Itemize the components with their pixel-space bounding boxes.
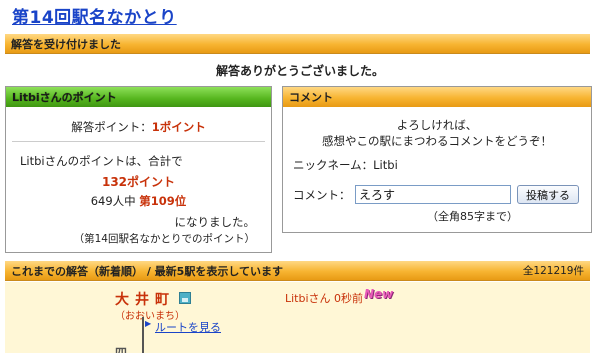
- history-count: 全121219件: [522, 265, 584, 277]
- submit-comment-button[interactable]: 投稿する: [517, 185, 579, 204]
- earned-points-label: 解答ポイント：: [71, 120, 152, 134]
- total-points-label: Litbiさんのポイントは、合計で: [20, 154, 183, 168]
- answer-user: Litbiさん 0秒前: [285, 292, 364, 305]
- comment-prompt-line2: 感想やこの駅にまつわるコメントをどうぞ！: [322, 134, 552, 148]
- points-panel-header: Litbiさんのポイント: [6, 87, 271, 107]
- station-name: 四 ...: [115, 346, 175, 353]
- divider: [12, 141, 265, 142]
- thanks-message: 解答ありがとうございました。: [215, 64, 384, 78]
- history-header-bar: これまでの解答（新着順） / 最新5駅を表示しています 全121219件: [5, 261, 590, 281]
- history-header-label: これまでの解答（新着順） / 最新5駅を表示しています: [11, 264, 283, 278]
- page-title[interactable]: 第14回駅名なかとり: [12, 3, 177, 28]
- new-badge: New: [364, 287, 394, 301]
- total-points-value: 132ポイント: [101, 175, 176, 189]
- accept-status-label: 解答を受け付けました: [11, 37, 121, 51]
- comment-panel-header: コメント: [283, 87, 591, 107]
- rank: 649人中 第109位: [6, 193, 271, 209]
- arrow-right-icon: ▶: [145, 319, 152, 328]
- points-header-label: Litbiさんのポイント: [12, 91, 117, 104]
- history-list: 大井町 （おおいまち） ▶ ルートを見る Litbiさん 0秒前 New 四 .…: [5, 282, 590, 353]
- points-note: （第14回駅名なかとりでのポイント）: [73, 233, 255, 245]
- accept-status-bar: 解答を受け付けました: [5, 34, 590, 54]
- station-map-icon[interactable]: [179, 292, 191, 304]
- comment-field-label: コメント：: [293, 188, 351, 202]
- comment-header-label: コメント: [289, 91, 333, 104]
- earned-points-value: 1ポイント: [151, 120, 206, 134]
- comment-panel: コメント よろしければ、 感想やこの駅にまつわるコメントをどうぞ！ ニックネーム…: [282, 86, 592, 233]
- comment-prompt-line1: よろしければ、: [396, 118, 478, 132]
- rank-value: 第109位: [139, 194, 187, 208]
- nickname-text: ニックネーム：Litbi: [293, 158, 398, 172]
- points-panel: Litbiさんのポイント 解答ポイント：1ポイント Litbiさんのポイントは、…: [5, 86, 272, 253]
- comment-limit-note: （全角85字まで）: [427, 210, 518, 223]
- earned-points: 解答ポイント：1ポイント: [6, 119, 271, 135]
- rank-suffix: になりました。: [174, 215, 256, 229]
- rank-prefix: 649人中: [90, 194, 140, 208]
- comment-input[interactable]: [355, 185, 511, 204]
- station-name: 大井町: [115, 292, 175, 308]
- view-route-link[interactable]: ルートを見る: [155, 319, 221, 335]
